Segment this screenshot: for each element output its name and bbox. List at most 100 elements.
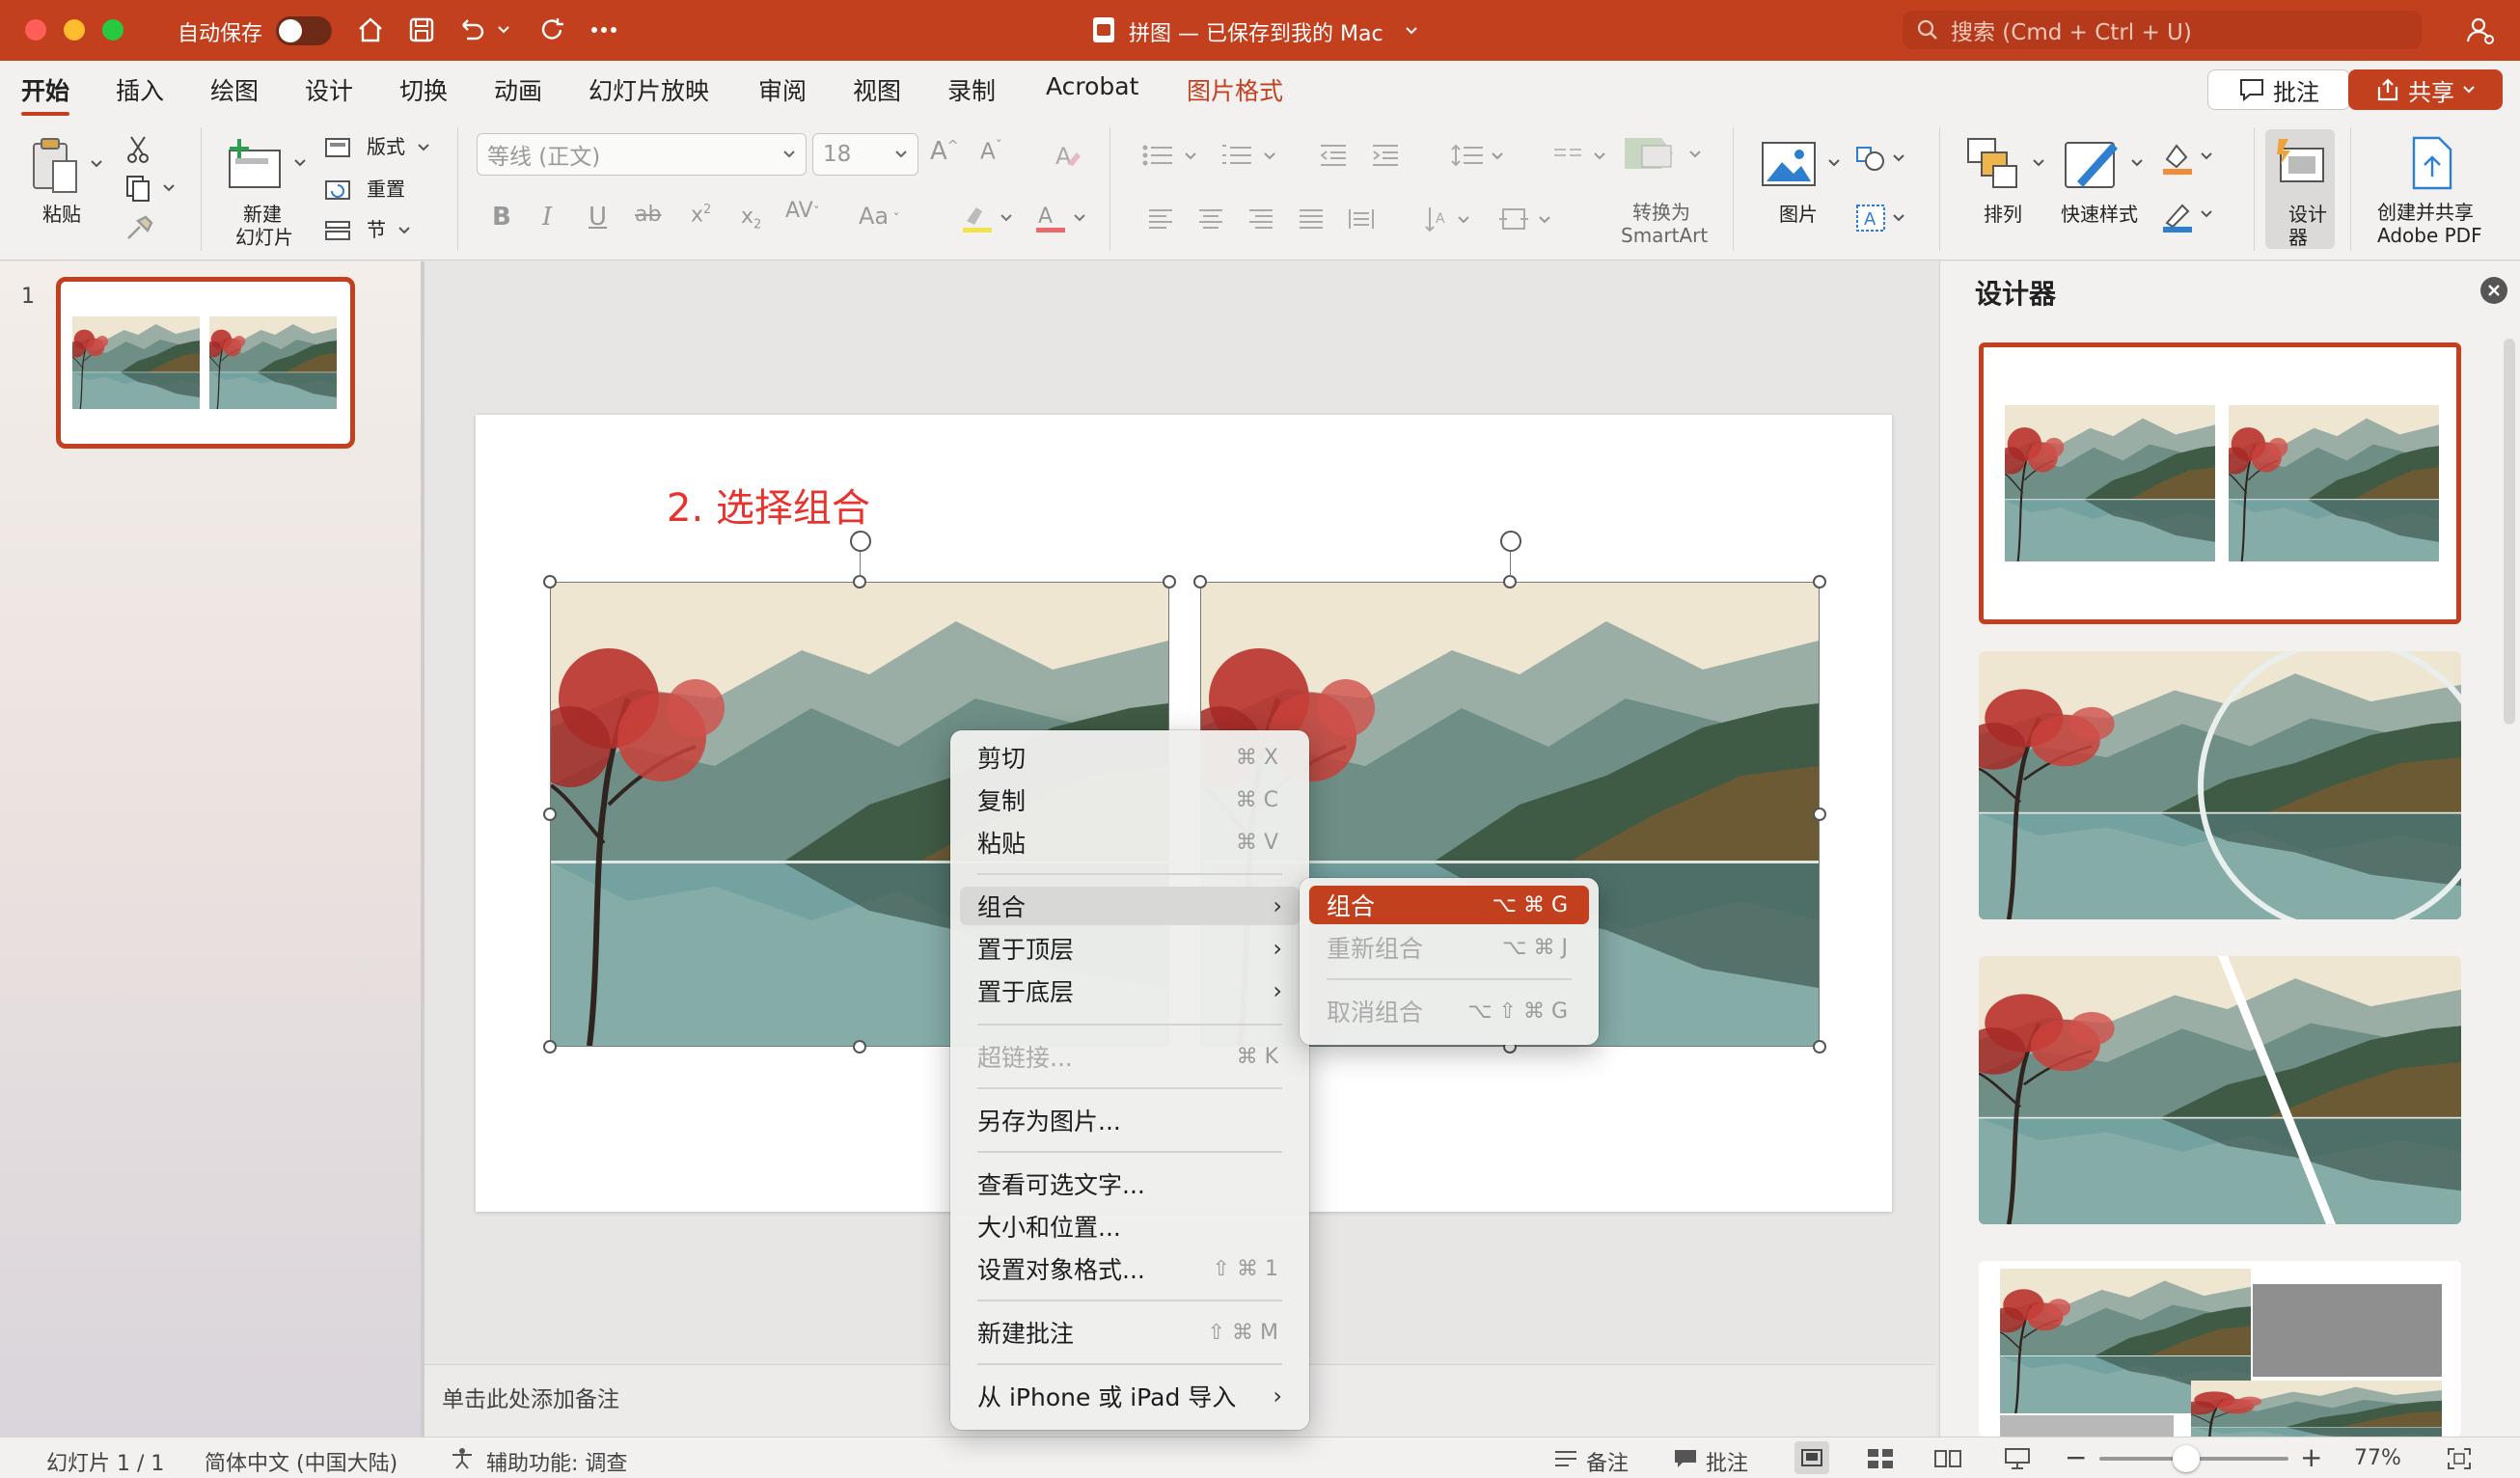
zoom-level[interactable]: 77% [2354,1446,2401,1470]
menu-item-view-alt-text[interactable]: 查看可选文字... [960,1164,1300,1203]
zoom-out-icon[interactable]: − [2065,1441,2087,1473]
search-box[interactable]: 搜索 (Cmd + Ctrl + U) [1903,11,2422,49]
convert-smartart-label[interactable]: 转换为 [1632,201,1690,224]
paste-icon[interactable] [27,135,81,197]
menu-item-hyperlink[interactable]: 超链接... ⌘ K [960,1037,1300,1076]
picture-icon[interactable] [1758,135,1825,193]
superscript-icon[interactable]: x2 [691,203,711,227]
zoom-in-icon[interactable]: + [2300,1441,2322,1473]
menu-item-import-from-iphone[interactable]: 从 iPhone 或 iPad 导入 › [960,1377,1300,1415]
font-size-select[interactable]: 18 [812,133,918,176]
menu-item-send-to-back[interactable]: 置于底层 › [960,972,1300,1010]
arrange-dropdown-icon[interactable] [2030,154,2047,172]
resize-handle[interactable] [1813,575,1826,588]
text-box-icon[interactable]: A [1852,201,1910,235]
create-pdf-icon[interactable] [2404,133,2462,193]
design-idea-3[interactable] [1979,956,2461,1224]
strikethrough-icon[interactable]: ab [635,203,661,227]
copy-icon[interactable] [120,172,156,205]
rotate-handle-icon[interactable] [850,531,871,552]
home-icon[interactable] [352,12,389,48]
zoom-slider[interactable] [2099,1445,2288,1472]
clear-formatting-icon[interactable]: A [1052,139,1084,172]
increase-indent-icon[interactable] [1368,141,1403,170]
align-left-icon[interactable] [1144,205,1177,233]
tab-acrobat[interactable]: Acrobat [1046,72,1138,100]
zoom-window-button[interactable] [102,19,123,41]
highlight-color-icon[interactable] [959,201,1017,235]
smartart-icon[interactable] [1621,133,1708,174]
save-icon[interactable] [403,12,440,48]
comments-icon[interactable] [1673,1448,1698,1469]
title-chevron-down-icon[interactable] [1401,13,1422,49]
decrease-font-icon[interactable]: Aˇ [980,139,1002,165]
shapes-icon[interactable] [1852,141,1910,176]
more-icon[interactable] [586,12,622,48]
reading-view-icon[interactable] [1933,1447,1962,1470]
reset-icon[interactable] [322,178,353,203]
italic-icon[interactable]: I [542,203,552,232]
section-icon[interactable] [322,218,353,243]
underline-icon[interactable]: U [589,203,607,232]
paste-label[interactable]: 粘贴 [42,203,81,226]
arrange-label[interactable]: 排列 [1984,203,2022,226]
bold-icon[interactable]: B [492,203,511,232]
section-dropdown-icon[interactable] [396,222,413,239]
submenu-item-regroup[interactable]: 重新组合 ⌥ ⌘ J [1309,928,1589,967]
line-spacing-icon[interactable] [1447,141,1511,170]
increase-font-icon[interactable]: A^ [930,137,959,166]
redo-icon[interactable] [534,12,570,48]
quick-styles-icon[interactable] [2059,133,2126,197]
slide-thumbnail[interactable] [56,277,355,449]
undo-dropdown-icon[interactable] [494,12,513,48]
convert-smartart-label-2[interactable]: SmartArt [1621,224,1708,247]
columns-icon[interactable] [1549,141,1613,170]
accessibility-icon[interactable] [450,1447,475,1470]
format-painter-icon[interactable] [120,212,158,245]
submenu-item-group[interactable]: 组合 ⌥ ⌘ G [1309,886,1589,924]
resize-handle[interactable] [1193,575,1207,588]
text-direction-icon[interactable]: A [1422,203,1478,235]
layout-dropdown-icon[interactable] [415,139,432,156]
resize-handle[interactable] [543,807,557,821]
autosave-toggle[interactable] [276,16,332,45]
picture-dropdown-icon[interactable] [1825,154,1843,172]
create-pdf-label[interactable]: 创建并共享 [2377,201,2474,224]
fit-to-window-icon[interactable] [2447,1447,2472,1470]
design-idea-2[interactable] [1979,651,2461,919]
submenu-item-ungroup[interactable]: 取消组合 ⌥ ⇧ ⌘ G [1309,992,1589,1030]
paste-dropdown-icon[interactable] [87,154,106,174]
undo-icon[interactable] [453,12,490,48]
reset-label[interactable]: 重置 [367,178,405,201]
justify-icon[interactable] [1295,205,1328,233]
zoom-slider-thumb[interactable] [2173,1445,2200,1472]
decrease-indent-icon[interactable] [1316,141,1351,170]
share-button[interactable]: 共享 [2348,69,2503,110]
design-idea-1[interactable] [1979,342,2461,624]
tab-insert[interactable]: 插入 [116,72,164,107]
tab-animations[interactable]: 动画 [494,72,542,107]
cut-icon[interactable] [122,133,154,166]
comments-status[interactable]: 批注 [1706,1446,1748,1477]
tab-home[interactable]: 开始 [21,72,70,116]
menu-item-format-object[interactable]: 设置对象格式... ⇧ ⌘ 1 [960,1249,1300,1288]
font-name-select[interactable]: 等线 (正文) [477,133,807,176]
notes-placeholder[interactable]: 单击此处添加备注 [442,1381,619,1413]
slideshow-icon[interactable] [2003,1447,2032,1470]
normal-view-icon[interactable] [1794,1441,1829,1474]
menu-item-size-position[interactable]: 大小和位置... [960,1207,1300,1245]
align-center-icon[interactable] [1194,205,1227,233]
resize-handle[interactable] [1813,807,1826,821]
tab-record[interactable]: 录制 [947,72,996,107]
create-pdf-label-2[interactable]: Adobe PDF [2377,224,2482,247]
new-slide-label-2[interactable]: 幻灯片 [235,226,293,249]
menu-item-save-as-picture[interactable]: 另存为图片... [960,1101,1300,1139]
resize-handle[interactable] [1503,575,1517,588]
designer-button[interactable]: 设计 器 [2265,129,2335,249]
tab-design[interactable]: 设计 [305,72,353,107]
layout-label[interactable]: 版式 [367,135,405,158]
resize-handle[interactable] [853,575,866,588]
rotate-handle-icon[interactable] [1500,531,1521,552]
copy-dropdown-icon[interactable] [160,179,178,197]
menu-item-paste[interactable]: 粘贴 ⌘ V [960,823,1300,862]
